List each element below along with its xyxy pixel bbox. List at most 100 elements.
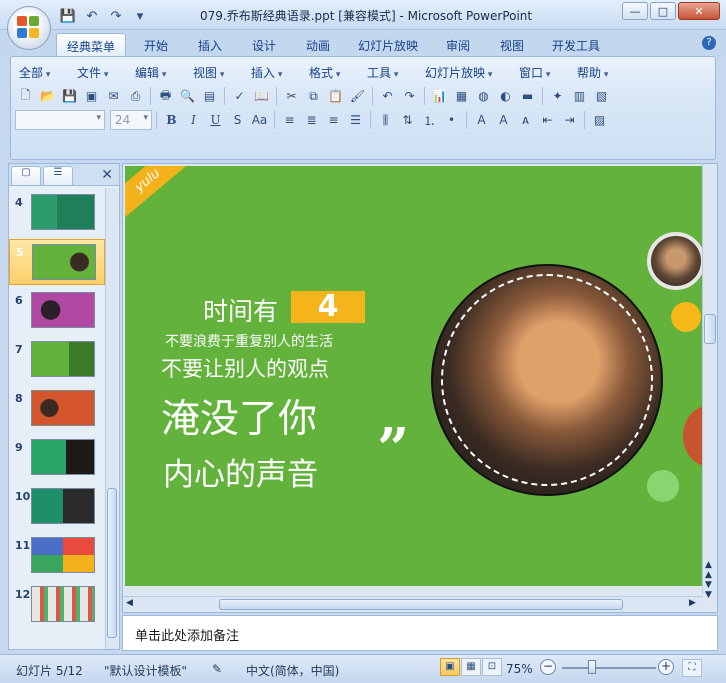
slide-thumb[interactable]: 12	[9, 582, 105, 628]
fit-to-window-button[interactable]: ⛶	[682, 659, 702, 677]
tab-animation[interactable]: 动画	[296, 33, 340, 56]
change-case-button[interactable]: Aa	[249, 110, 270, 130]
menu-format[interactable]: 格式	[309, 64, 340, 81]
horizontal-scroll-thumb[interactable]	[219, 599, 623, 610]
notes-pane[interactable]: 单击此处添加备注	[122, 615, 718, 651]
normal-view-button[interactable]: ▣	[440, 658, 460, 676]
outline-icon[interactable]: ▤	[199, 86, 220, 106]
horizontal-scrollbar[interactable]: ◀ ▶	[123, 596, 703, 612]
increase-indent-icon[interactable]: ⇥	[559, 110, 580, 130]
quote-line-5[interactable]: 内心的声音	[163, 449, 318, 494]
new-icon[interactable]: 🗋	[15, 86, 36, 106]
grow-font-icon[interactable]: A	[493, 110, 514, 130]
chart-icon[interactable]: 📊	[429, 86, 450, 106]
quote-line-2[interactable]: 不要浪费于重复别人的生活	[165, 331, 333, 351]
spell-check-icon[interactable]: ✎	[212, 662, 222, 676]
align-left-icon[interactable]: ≡	[279, 110, 300, 130]
slide-thumb[interactable]: 7	[9, 337, 105, 383]
tab-view[interactable]: 视图	[490, 33, 534, 56]
slide-thumb[interactable]: 6	[9, 288, 105, 334]
web-icon[interactable]: ◍	[473, 86, 494, 106]
tab-slides[interactable]: ▢	[11, 166, 41, 185]
small-portrait-image[interactable]	[647, 232, 705, 290]
permission-icon[interactable]: ▣	[81, 86, 102, 106]
undo-icon[interactable]: ↶	[82, 7, 102, 25]
menu-window[interactable]: 窗口	[519, 64, 550, 81]
save-icon[interactable]: 💾	[59, 86, 80, 106]
bold-button[interactable]: B	[161, 110, 182, 130]
font-name-combo[interactable]	[15, 110, 105, 130]
font-color-icon[interactable]: A	[471, 110, 492, 130]
quote-number-box[interactable]: 4	[291, 291, 365, 323]
slide-canvas[interactable]: yulu 时间有 4 不要浪费于重复别人的生活 不要让别人的观点 淹没了你 内心…	[125, 166, 705, 586]
zoom-level[interactable]: 75%	[506, 662, 533, 676]
tab-insert[interactable]: 插入	[188, 33, 232, 56]
slide-thumb[interactable]: 8	[9, 386, 105, 432]
save-icon[interactable]: 💾	[58, 7, 78, 25]
menu-edit[interactable]: 编辑	[135, 64, 166, 81]
shadow-button[interactable]: S	[227, 110, 248, 130]
slide-thumb[interactable]: 11	[9, 533, 105, 579]
shrink-font-icon[interactable]: ᴀ	[515, 110, 536, 130]
tab-outline[interactable]: ☰	[43, 166, 73, 185]
prev-next-slide-icons[interactable]: ▲ ▲ ▼ ▼	[705, 560, 712, 600]
minimize-button[interactable]: —	[622, 2, 648, 20]
vertical-scroll-thumb[interactable]	[704, 314, 716, 344]
design-template[interactable]: "默认设计模板"	[104, 662, 187, 679]
decrease-indent-icon[interactable]: ⇤	[537, 110, 558, 130]
email-icon[interactable]: ✉	[103, 86, 124, 106]
open-icon[interactable]: 📂	[37, 86, 58, 106]
redo-icon[interactable]: ↷	[399, 86, 420, 106]
slide-thumb-selected[interactable]: 5	[9, 239, 105, 285]
maximize-button[interactable]: □	[650, 2, 676, 20]
research-icon[interactable]: 📖	[251, 86, 272, 106]
justify-icon[interactable]: ☰	[345, 110, 366, 130]
slide-thumb[interactable]: 4	[9, 190, 105, 236]
menu-view[interactable]: 视图	[193, 64, 224, 81]
zoom-slider-knob[interactable]	[588, 660, 596, 674]
zoom-slider[interactable]	[562, 667, 656, 669]
menu-all[interactable]: 全部	[19, 64, 50, 81]
text-direction-icon[interactable]: ⇅	[397, 110, 418, 130]
underline-button[interactable]: U	[205, 110, 226, 130]
tab-design[interactable]: 设计	[242, 33, 286, 56]
menu-insert[interactable]: 插入	[251, 64, 282, 81]
print-icon[interactable]: 🖶	[155, 86, 176, 106]
table-icon[interactable]: ▦	[451, 86, 472, 106]
copy-icon[interactable]: ⧉	[303, 86, 324, 106]
slide-layout-icon[interactable]: ▥	[569, 86, 590, 106]
font-size-combo[interactable]: 24	[110, 110, 152, 130]
tab-review[interactable]: 审阅	[436, 33, 480, 56]
zoom-out-button[interactable]: −	[540, 659, 556, 675]
design-icon[interactable]: ▧	[591, 86, 612, 106]
slide-sorter-button[interactable]: ▦	[461, 658, 481, 676]
scroll-left-icon[interactable]: ◀	[126, 598, 133, 608]
preview-icon[interactable]: 🔍	[177, 86, 198, 106]
tab-classic-menu[interactable]: 经典菜单	[56, 33, 126, 56]
bullets-icon[interactable]: •	[441, 110, 462, 130]
align-center-icon[interactable]: ≣	[301, 110, 322, 130]
slideshow-view-button[interactable]: ⊡	[482, 658, 502, 676]
menu-tools[interactable]: 工具	[367, 64, 398, 81]
zoom-in-button[interactable]: +	[658, 659, 674, 675]
quote-line-3[interactable]: 不要让别人的观点	[161, 353, 329, 383]
panel-scroll-thumb[interactable]	[107, 488, 117, 638]
vertical-scrollbar[interactable]: ▲ ▲ ▼ ▼	[702, 164, 717, 600]
slide-design-icon[interactable]: ▨	[589, 110, 610, 130]
numbering-icon[interactable]: ⒈	[419, 110, 440, 130]
print-preview-icon[interactable]: ⎙	[125, 86, 146, 106]
help-icon[interactable]: ?	[702, 36, 716, 50]
new-slide-icon[interactable]: ✦	[547, 86, 568, 106]
scroll-right-icon[interactable]: ▶	[689, 598, 696, 608]
language-status[interactable]: 中文(简体，中国)	[246, 662, 339, 679]
tab-home[interactable]: 开始	[134, 33, 178, 56]
menu-help[interactable]: 帮助	[577, 64, 608, 81]
slide-thumb[interactable]: 10	[9, 484, 105, 530]
format-painter-icon[interactable]: 🖌	[347, 86, 368, 106]
quote-heading[interactable]: 时间有	[203, 292, 278, 328]
slide-thumb[interactable]: 9	[9, 435, 105, 481]
close-button[interactable]: ✕	[678, 2, 720, 20]
quote-line-4[interactable]: 淹没了你	[161, 388, 317, 444]
align-right-icon[interactable]: ≡	[323, 110, 344, 130]
undo-icon[interactable]: ↶	[377, 86, 398, 106]
